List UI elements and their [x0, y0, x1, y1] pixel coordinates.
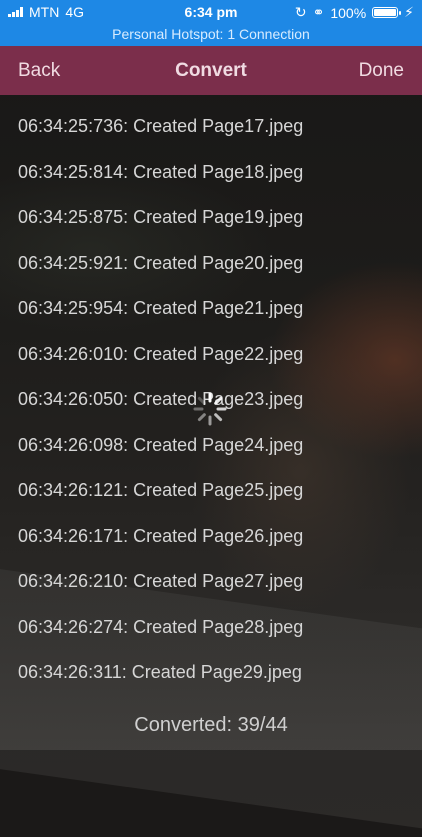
- log-line: 06:34:25:814: Created Page18.jpeg: [18, 161, 304, 182]
- loading-spinner-icon: [193, 392, 227, 426]
- log-line: 06:34:26:311: Created Page29.jpeg: [18, 662, 302, 682]
- log-line: 06:34:26:121: Created Page25.jpeg: [18, 480, 304, 500]
- hotspot-banner[interactable]: Personal Hotspot: 1 Connection: [0, 24, 422, 46]
- log-line: 06:34:26:010: Created Page22.jpeg: [18, 343, 304, 364]
- back-button[interactable]: Back: [18, 60, 60, 82]
- log-line: 06:34:26:274: Created Page28.jpeg: [18, 616, 304, 637]
- log-line: 06:34:25:875: Created Page19.jpeg: [18, 207, 304, 227]
- battery-icon: [372, 7, 402, 18]
- headphones-icon: ⚭: [312, 4, 325, 20]
- log-line: 06:34:25:954: Created Page21.jpeg: [18, 298, 304, 318]
- conversion-progress: Converted: 39/44: [134, 714, 288, 736]
- navigation-bar: Back Convert Done: [0, 46, 422, 95]
- log-line: 06:34:26:171: Created Page26.jpeg: [18, 525, 304, 546]
- done-button[interactable]: Done: [359, 60, 404, 82]
- log-line: 06:34:26:098: Created Page24.jpeg: [18, 434, 304, 455]
- log-line: 06:34:25:736: Created Page17.jpeg: [18, 116, 304, 136]
- charging-icon: ⚡: [404, 4, 414, 20]
- log-line: 06:34:25:921: Created Page20.jpeg: [18, 252, 304, 273]
- status-bar: MTN 4G 6:34 pm ↻ ⚭ 100% ⚡: [0, 0, 422, 24]
- orientation-lock-icon: ↻: [294, 4, 307, 20]
- battery-percent: 100%: [330, 4, 367, 21]
- log-line: 06:34:26:210: Created Page27.jpeg: [18, 571, 304, 591]
